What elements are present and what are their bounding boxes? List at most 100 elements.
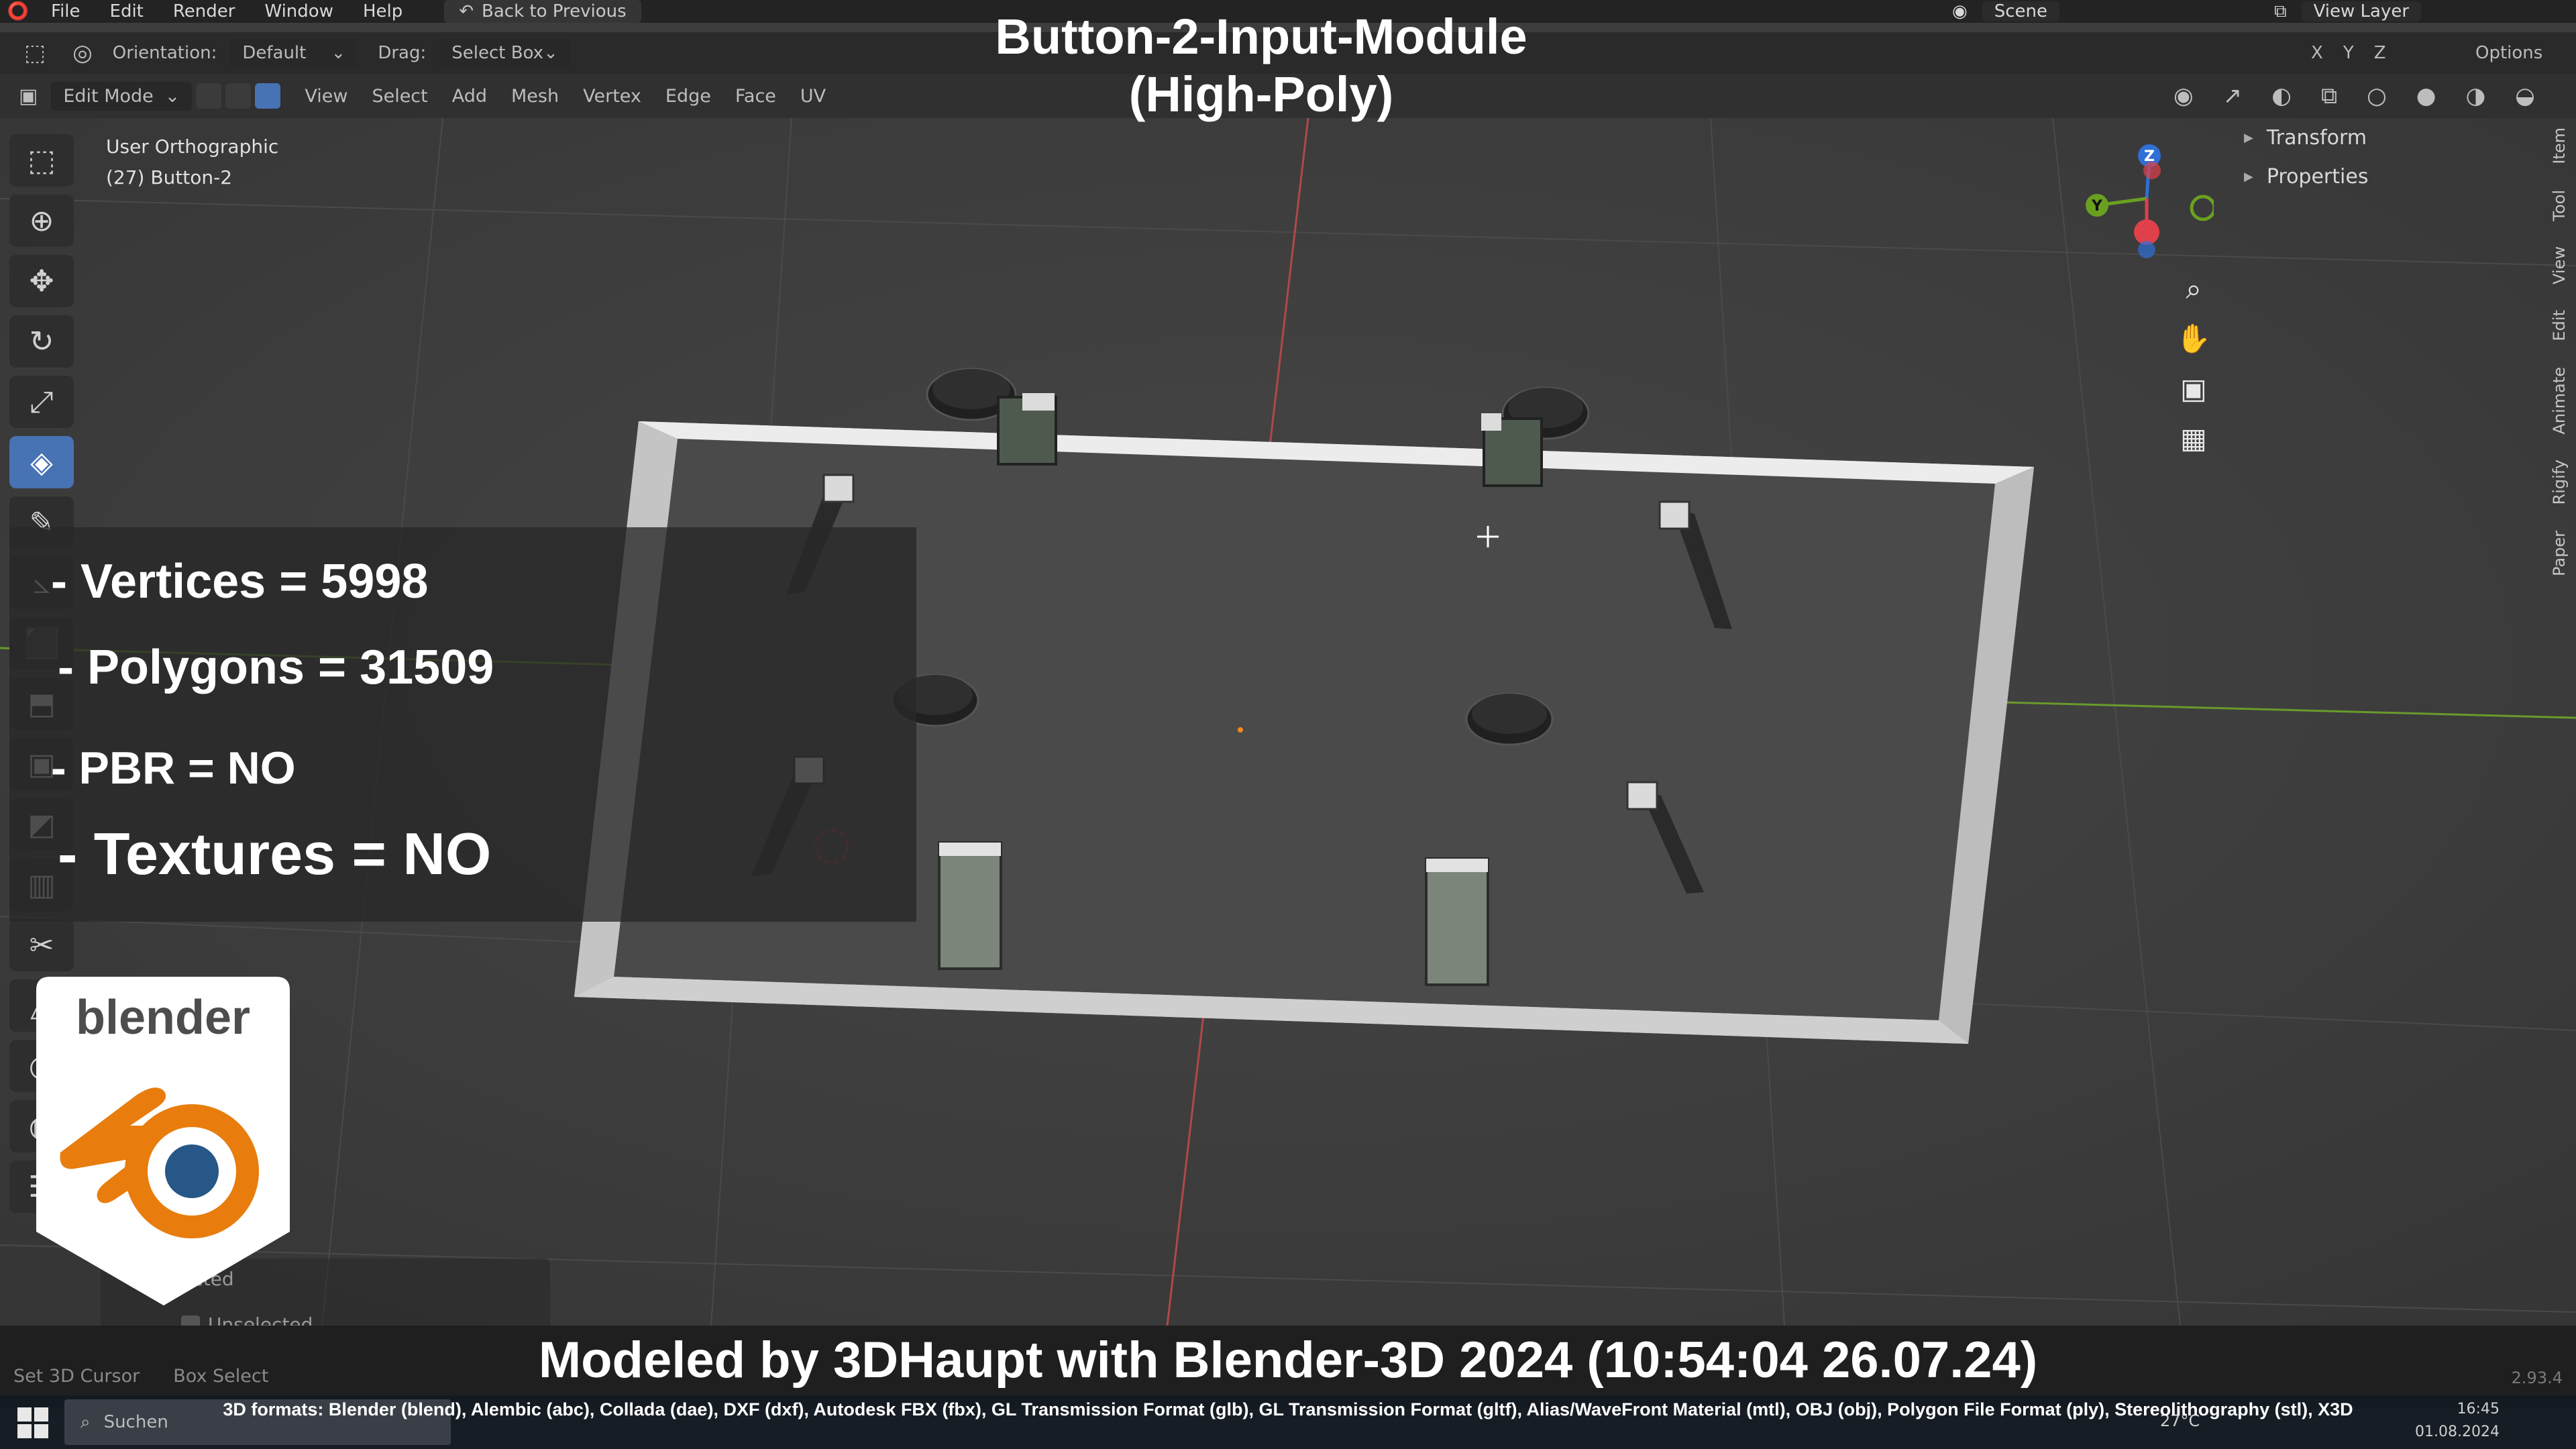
vertices-stat: - Vertices = 5998 bbox=[51, 555, 429, 608]
camera-icon[interactable]: ▣ bbox=[2170, 365, 2217, 412]
options-dropdown[interactable]: Options bbox=[2475, 43, 2542, 63]
menu-render[interactable]: Render bbox=[158, 1, 250, 21]
transform-tool-icon[interactable]: ◈ bbox=[9, 436, 74, 488]
textures-stat: - Textures = NO bbox=[58, 820, 492, 887]
move-tool-icon[interactable]: ✥ bbox=[9, 255, 74, 307]
scene-name-field[interactable]: Scene bbox=[1982, 1, 2059, 21]
select-box-tool-icon[interactable]: ⬚ bbox=[9, 134, 74, 186]
object-origin bbox=[1238, 727, 1243, 733]
tab-paper[interactable]: Paper bbox=[2550, 531, 2569, 576]
navigation-gizmo[interactable]: Z Y bbox=[2066, 138, 2214, 272]
unselected-checkbox[interactable] bbox=[181, 1315, 200, 1326]
scene-selector[interactable]: ◉ Scene bbox=[1952, 1, 2059, 21]
drag-value: Select Box bbox=[451, 43, 544, 63]
orientation-dropdown[interactable]: Default ⌄ bbox=[230, 39, 358, 67]
mirror-x-toggle[interactable]: X bbox=[2311, 43, 2323, 63]
tool-icon[interactable]: ⬚ bbox=[24, 40, 46, 66]
menu-edit[interactable]: Edit bbox=[95, 1, 158, 21]
menu-file[interactable]: File bbox=[36, 1, 95, 21]
tab-rigify[interactable]: Rigify bbox=[2550, 460, 2569, 504]
polygons-stat: - Polygons = 31509 bbox=[58, 641, 494, 694]
visibility-icon[interactable]: ◉ bbox=[2174, 83, 2194, 109]
chevron-down-icon: ⌄ bbox=[164, 85, 180, 107]
menu-view[interactable]: View bbox=[305, 86, 347, 107]
back-to-previous-label: Back to Previous bbox=[482, 1, 627, 21]
menu-uv[interactable]: UV bbox=[800, 86, 826, 107]
menu-edge[interactable]: Edge bbox=[665, 86, 711, 107]
cursor-tool-icon[interactable]: ⊕ bbox=[9, 195, 74, 247]
menu-vertex[interactable]: Vertex bbox=[583, 86, 641, 107]
zoom-icon[interactable]: ⌕ bbox=[2170, 266, 2217, 313]
viewport-shading-controls: ◉ ↗ ◐ ⧉ ○ ● ◑ ◒ bbox=[2174, 83, 2535, 109]
orientation-value: Default bbox=[242, 43, 307, 63]
orientation-label: Orientation: bbox=[112, 43, 217, 63]
edge-select-icon[interactable] bbox=[225, 83, 252, 109]
xray-icon[interactable]: ⧉ bbox=[2321, 83, 2337, 109]
blender-badge: blender bbox=[36, 977, 290, 1305]
tab-edit[interactable]: Edit bbox=[2550, 310, 2569, 341]
mirror-y-toggle[interactable]: Y bbox=[2343, 43, 2354, 63]
object-info: (27) Button-2 bbox=[106, 166, 233, 189]
vertex-select-icon[interactable] bbox=[196, 83, 222, 109]
menu-help[interactable]: Help bbox=[348, 1, 417, 21]
gizmo-y-label: Y bbox=[2091, 198, 2103, 215]
pan-hand-icon[interactable]: ✋ bbox=[2170, 315, 2217, 362]
editor-type-icon[interactable]: ▣ bbox=[19, 85, 38, 108]
model-stats-overlay: - Vertices = 5998 - Polygons = 31509 - P… bbox=[9, 527, 916, 922]
view-name: User Orthographic bbox=[106, 136, 279, 158]
unselected-label: Unselected bbox=[208, 1313, 313, 1326]
mirror-z-toggle[interactable]: Z bbox=[2374, 43, 2386, 63]
overlay-title: Button-2-Input-Module (High-Poly) bbox=[859, 8, 1664, 123]
orientation-icon: ◎ bbox=[72, 40, 93, 66]
rotate-tool-icon[interactable]: ↻ bbox=[9, 315, 74, 368]
properties-label: Properties bbox=[2266, 164, 2369, 189]
sidebar-n-panel: ▶ Transform ▶ Properties bbox=[2237, 118, 2546, 205]
drag-label: Drag: bbox=[378, 43, 427, 63]
title-line-1: Button-2-Input-Module bbox=[995, 9, 1527, 64]
tab-view[interactable]: View bbox=[2550, 246, 2569, 284]
properties-section[interactable]: ▶ Properties bbox=[2237, 157, 2546, 196]
formats-caption: 3D formats: Blender (blend), Alembic (ab… bbox=[223, 1399, 2353, 1419]
view-layer-icon: ⧉ bbox=[2274, 1, 2287, 21]
blender-logo-icon[interactable]: ⭕ bbox=[0, 0, 36, 23]
modeled-by-caption: Modeled by 3DHaupt with Blender-3D 2024 … bbox=[538, 1332, 2038, 1389]
back-icon: ↶ bbox=[459, 1, 474, 21]
blender-wordmark: blender bbox=[75, 991, 251, 1044]
knife-tool-icon[interactable]: ✂ bbox=[9, 919, 74, 971]
clock-date: 01.08.2024 bbox=[2415, 1424, 2500, 1440]
chevron-down-icon: ⌄ bbox=[543, 43, 558, 63]
sidebar-tabs: Item Tool View Edit Animate Rigify Paper bbox=[2542, 127, 2576, 576]
mirror-axes: X Y Z bbox=[2311, 43, 2386, 63]
menu-face[interactable]: Face bbox=[735, 86, 776, 107]
rendered-shading-icon[interactable]: ◒ bbox=[2515, 83, 2535, 109]
menu-select[interactable]: Select bbox=[372, 86, 427, 107]
scale-tool-icon[interactable]: ⤢ bbox=[9, 376, 74, 428]
back-to-previous-button[interactable]: ↶ Back to Previous bbox=[444, 0, 641, 23]
collapse-arrow-icon: ▶ bbox=[2244, 169, 2253, 184]
tab-item[interactable]: Item bbox=[2550, 127, 2569, 164]
gizmo-toggle-icon[interactable]: ↗ bbox=[2223, 83, 2243, 109]
ortho-grid-icon[interactable]: ▦ bbox=[2170, 415, 2217, 462]
view-layer-name-field[interactable]: View Layer bbox=[2301, 1, 2422, 21]
menu-mesh[interactable]: Mesh bbox=[511, 86, 559, 107]
mode-dropdown[interactable]: Edit Mode ⌄ bbox=[51, 81, 193, 111]
scene-icon: ◉ bbox=[1952, 1, 1968, 21]
tab-animate[interactable]: Animate bbox=[2550, 367, 2569, 435]
wireframe-shading-icon[interactable]: ○ bbox=[2367, 83, 2387, 109]
drag-dropdown[interactable]: Select Box ⌄ bbox=[439, 39, 570, 67]
title-line-2: (High-Poly) bbox=[1128, 66, 1394, 122]
collapse-arrow-icon: ▶ bbox=[2244, 130, 2253, 145]
tab-tool[interactable]: Tool bbox=[2550, 190, 2569, 221]
viewport-info: User Orthographic (27) Button-2 bbox=[106, 131, 278, 193]
transform-section[interactable]: ▶ Transform bbox=[2237, 118, 2546, 157]
overlay-toggle-icon[interactable]: ◐ bbox=[2271, 83, 2292, 109]
transform-label: Transform bbox=[2266, 125, 2367, 150]
material-shading-icon[interactable]: ◑ bbox=[2465, 83, 2485, 109]
face-select-icon[interactable] bbox=[255, 83, 281, 109]
view-layer-selector[interactable]: ⧉ View Layer bbox=[2274, 1, 2422, 22]
menu-window[interactable]: Window bbox=[250, 1, 348, 21]
menu-add[interactable]: Add bbox=[452, 86, 487, 107]
mode-value: Edit Mode bbox=[63, 85, 154, 107]
pbr-stat: - PBR = NO bbox=[51, 743, 296, 794]
solid-shading-icon[interactable]: ● bbox=[2416, 83, 2436, 109]
